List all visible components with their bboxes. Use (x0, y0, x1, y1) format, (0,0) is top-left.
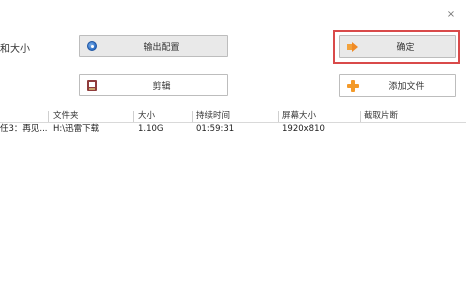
cell-clip (364, 123, 444, 136)
column-divider[interactable] (278, 111, 279, 122)
add-file-label: 添加文件 (388, 82, 425, 92)
column-divider[interactable] (133, 111, 134, 122)
cell-folder: H:\迅雷下载 (53, 124, 100, 134)
edit-button[interactable]: 剪辑 (79, 74, 228, 96)
table-header: 文件夹 大小 持续时间 屏幕大小 截取片断 (0, 110, 466, 123)
close-icon[interactable]: × (446, 10, 456, 20)
film-edit-icon (87, 79, 97, 91)
confirm-label: 确定 (396, 43, 415, 53)
cell-resolution: 1920x810 (282, 124, 325, 134)
cell-name: 任3：再见... (0, 124, 48, 134)
confirm-button[interactable]: 确定 (339, 35, 456, 58)
partial-label: 和大小 (0, 44, 30, 55)
column-header-clip[interactable]: 截取片断 (364, 110, 444, 123)
column-divider[interactable] (360, 111, 361, 122)
column-header-folder[interactable]: 文件夹 (53, 110, 133, 123)
output-config-label: 输出配置 (143, 42, 180, 53)
cell-duration: 01:59:31 (196, 124, 235, 134)
add-file-button[interactable]: 添加文件 (339, 74, 456, 97)
file-table: 文件夹 大小 持续时间 屏幕大小 截取片断 任3：再见... H:\迅雷下载 1… (0, 110, 466, 136)
output-config-button[interactable]: 输出配置 (79, 35, 228, 57)
column-divider[interactable] (48, 111, 49, 122)
column-header-size[interactable]: 大小 (138, 110, 188, 123)
column-divider[interactable] (192, 111, 193, 122)
column-header-resolution[interactable]: 屏幕大小 (282, 110, 357, 123)
edit-label: 剪辑 (152, 81, 171, 92)
arrow-right-icon (347, 41, 358, 52)
column-header-duration[interactable]: 持续时间 (196, 110, 276, 123)
plus-icon (347, 79, 359, 92)
cell-size: 1.10G (138, 124, 164, 134)
table-row[interactable]: 任3：再见... H:\迅雷下载 1.10G 01:59:31 1920x810 (0, 123, 466, 136)
disc-icon (87, 41, 97, 51)
